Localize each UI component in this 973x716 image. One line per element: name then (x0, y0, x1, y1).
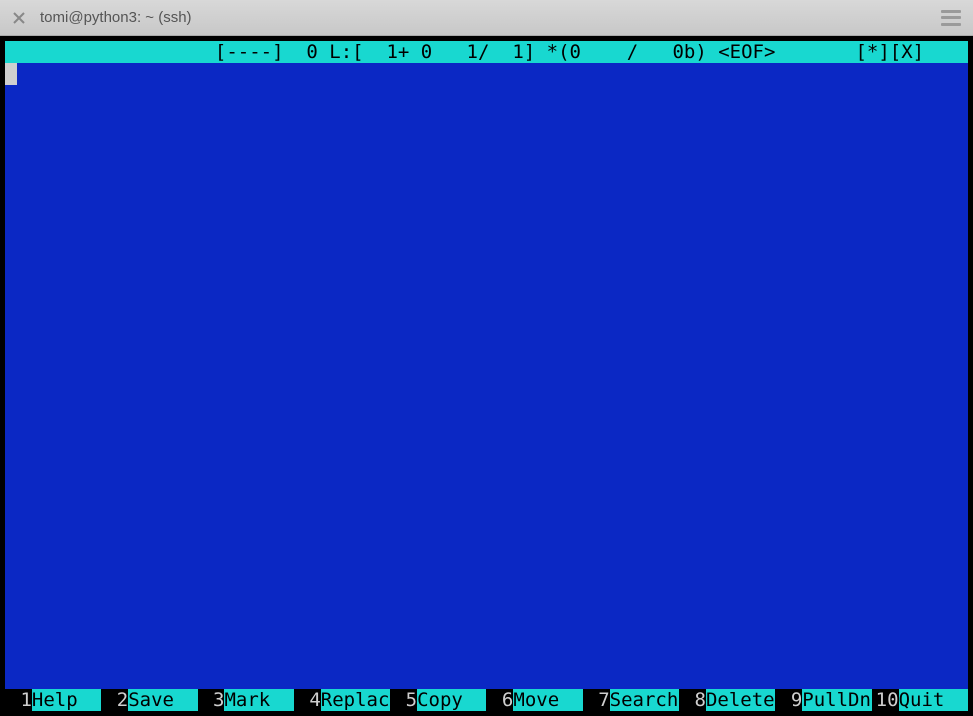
fkey-2-save[interactable]: 2 Save (101, 689, 197, 711)
window-titlebar: tomi@python3: ~ (ssh) (0, 0, 973, 36)
fkey-9-pulldn[interactable]: 9 PullDn (775, 689, 871, 711)
fkey-number: 3 (198, 689, 225, 711)
fkey-number: 5 (390, 689, 417, 711)
fkey-3-mark[interactable]: 3 Mark (198, 689, 294, 711)
fkey-label: Quit (899, 689, 968, 711)
text-cursor (5, 63, 17, 85)
fkey-label: Save (128, 689, 197, 711)
close-icon[interactable] (10, 9, 28, 27)
fkey-label: Search (610, 689, 679, 711)
terminal[interactable]: [----] 0 L:[ 1+ 0 1/ 1] *(0 / 0b) <EOF> … (5, 41, 968, 711)
fkey-number: 4 (294, 689, 321, 711)
fkey-number: 2 (101, 689, 128, 711)
fkey-4-replace[interactable]: 4 Replac (294, 689, 390, 711)
fkey-1-help[interactable]: 1 Help (5, 689, 101, 711)
editor-status-bar: [----] 0 L:[ 1+ 0 1/ 1] *(0 / 0b) <EOF> … (5, 41, 968, 63)
editor-area[interactable] (5, 63, 968, 689)
fkey-10-quit[interactable]: 10 Quit (872, 689, 968, 711)
hamburger-icon[interactable] (941, 10, 961, 26)
function-key-bar: 1 Help 2 Save 3 Mark 4 Replac 5 Copy (5, 689, 968, 711)
fkey-6-move[interactable]: 6 Move (486, 689, 582, 711)
fkey-number: 9 (775, 689, 802, 711)
fkey-label: Mark (224, 689, 293, 711)
fkey-number: 1 (5, 689, 32, 711)
fkey-number: 8 (679, 689, 706, 711)
fkey-label: Help (32, 689, 101, 711)
fkey-8-delete[interactable]: 8 Delete (679, 689, 775, 711)
fkey-number: 6 (486, 689, 513, 711)
fkey-label: Delete (706, 689, 775, 711)
fkey-number: 7 (583, 689, 610, 711)
fkey-7-search[interactable]: 7 Search (583, 689, 679, 711)
fkey-number: 10 (872, 689, 899, 711)
fkey-label: PullDn (802, 689, 871, 711)
window-title: tomi@python3: ~ (ssh) (40, 9, 192, 26)
fkey-label: Move (513, 689, 582, 711)
terminal-container: [----] 0 L:[ 1+ 0 1/ 1] *(0 / 0b) <EOF> … (0, 36, 973, 716)
fkey-label: Replac (321, 689, 390, 711)
fkey-label: Copy (417, 689, 486, 711)
fkey-5-copy[interactable]: 5 Copy (390, 689, 486, 711)
